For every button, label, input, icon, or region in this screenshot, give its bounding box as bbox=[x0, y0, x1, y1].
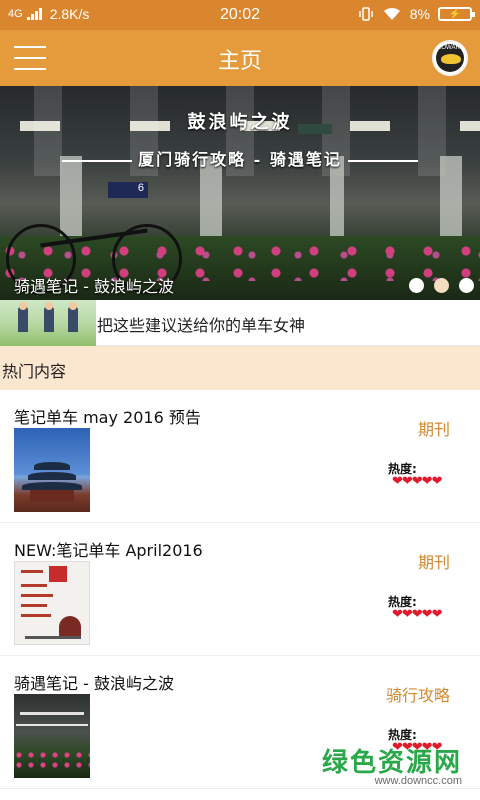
thumb-line bbox=[21, 614, 51, 617]
banner-title: 鼓浪屿之波 bbox=[187, 112, 293, 133]
thumb-line bbox=[16, 724, 88, 726]
thumb-pagoda bbox=[59, 616, 81, 638]
temple-roof bbox=[22, 482, 82, 490]
status-right: 8% ⚡ bbox=[358, 6, 475, 22]
battery-charging-icon: ⚡ bbox=[438, 7, 475, 21]
headline-text: 把这些建议送给你的单车女神 bbox=[97, 316, 306, 335]
section-header: 热门内容 bbox=[0, 346, 480, 390]
page-title: 主页 bbox=[217, 49, 262, 74]
watermark-text: 绿色资源网 bbox=[321, 748, 462, 778]
vibrate-icon bbox=[359, 7, 373, 21]
banner-sign-number: 6 bbox=[108, 182, 148, 198]
watermark: 绿色资源网 www.downcc.com bbox=[322, 742, 462, 787]
list-item[interactable]: 笔记单车 may 2016 预告 期刊 热度: ❤❤❤❤❤ bbox=[0, 390, 480, 523]
wifi-icon bbox=[383, 7, 400, 20]
banner-caption: 骑遇笔记 - 鼓浪屿之波 bbox=[14, 277, 174, 296]
heart-rating-icon: ❤❤❤❤❤ bbox=[392, 474, 442, 489]
item-thumbnail bbox=[14, 561, 90, 645]
app-logo-avatar[interactable]: LOWAR bbox=[432, 40, 468, 76]
temple-body bbox=[30, 490, 74, 502]
list-item[interactable]: NEW:笔记单车 April2016 期刊 热度: ❤❤❤❤❤ bbox=[0, 523, 480, 656]
carousel-dot[interactable] bbox=[409, 278, 424, 293]
thumb-stamp bbox=[49, 566, 67, 582]
thumb-line bbox=[21, 570, 43, 573]
carousel-indicators bbox=[409, 278, 474, 293]
thumb-line bbox=[21, 584, 47, 587]
thumb-flowers bbox=[14, 750, 90, 770]
banner-subtitle-text: 厦门骑行攻略 - 骑遇笔记 bbox=[138, 150, 342, 169]
thumb-line bbox=[21, 594, 53, 597]
thumb-bar bbox=[25, 636, 81, 639]
item-category[interactable]: 期刊 bbox=[418, 549, 450, 573]
app-bar: 主页 LOWAR bbox=[0, 30, 480, 86]
item-thumbnail bbox=[14, 694, 90, 778]
item-category[interactable]: 期刊 bbox=[418, 416, 450, 440]
logo-bike bbox=[441, 54, 461, 64]
rider-head bbox=[45, 302, 53, 310]
heart-rating-icon: ❤❤❤❤❤ bbox=[392, 607, 442, 622]
item-title: NEW:笔记单车 April2016 bbox=[14, 541, 203, 560]
battery-percent: 8% bbox=[409, 6, 430, 22]
banner-carousel[interactable]: 6 鼓浪屿之波 厦门骑行攻略 - 骑遇笔记 骑遇笔记 - 鼓浪屿之波 bbox=[0, 86, 480, 300]
rider-head bbox=[19, 302, 27, 310]
status-bar: 4G 2.8K/s 20:02 8% ⚡ bbox=[0, 0, 480, 30]
thumb-line bbox=[21, 604, 47, 607]
item-title: 笔记单车 may 2016 预告 bbox=[14, 408, 201, 427]
item-thumbnail bbox=[14, 428, 90, 512]
item-title: 骑遇笔记 - 鼓浪屿之波 bbox=[14, 674, 174, 693]
temple-roof bbox=[34, 462, 70, 470]
logo-text: LOWAR bbox=[438, 45, 460, 51]
item-category[interactable]: 骑行攻略 bbox=[386, 682, 450, 706]
carousel-dot[interactable] bbox=[459, 278, 474, 293]
section-title: 热门内容 bbox=[2, 362, 67, 381]
thumb-line bbox=[20, 712, 84, 715]
carousel-dot-active[interactable] bbox=[434, 278, 449, 293]
banner-subtitle: 厦门骑行攻略 - 骑遇笔记 bbox=[0, 146, 480, 170]
temple-roof bbox=[28, 472, 76, 480]
rider-head bbox=[69, 302, 77, 310]
headline-thumbnail bbox=[0, 300, 96, 346]
headline-row[interactable]: 把这些建议送给你的单车女神 bbox=[0, 300, 480, 346]
